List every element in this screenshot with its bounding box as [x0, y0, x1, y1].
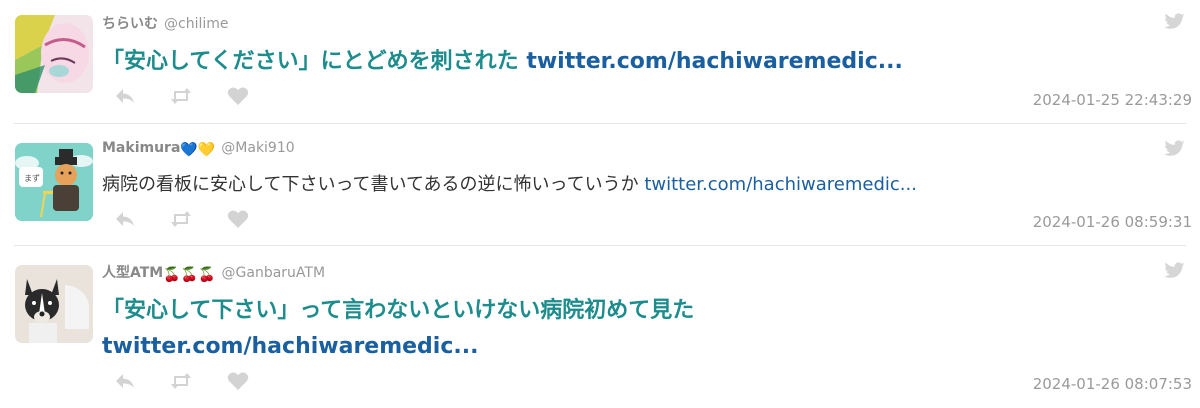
tweet-link[interactable]: twitter.com/hachiwaremedic...	[644, 174, 917, 195]
timestamp[interactable]: 2024-01-26 08:59:31	[1033, 213, 1192, 231]
tweet-link[interactable]: twitter.com/hachiwaremedic...	[102, 334, 478, 359]
user-handle[interactable]: @chilime	[164, 16, 229, 32]
tweet-text-content: 「安心してください」にとどめを刺された	[102, 49, 527, 74]
tweet-text: 病院の看板に安心して下さいって書いてあるの逆に怖いっていうか twitter.c…	[102, 172, 1140, 198]
tweet-feed: ちらいむ @chilime 「安心してください」にとどめを刺された twitter…	[0, 0, 1200, 408]
avatar[interactable]	[15, 15, 93, 93]
timestamp[interactable]: 2024-01-25 22:43:29	[1033, 91, 1192, 109]
tweet-link[interactable]: twitter.com/hachiwaremedic...	[526, 49, 902, 74]
reply-icon[interactable]	[113, 370, 137, 392]
tweet-item: 人型ATM🍒🍒🍒 @GanbaruATM 「安心して下さい」って言わないといけない…	[0, 245, 1200, 408]
reply-icon[interactable]	[113, 85, 137, 107]
retweet-icon[interactable]	[169, 208, 193, 230]
retweet-icon[interactable]	[169, 370, 193, 392]
tweet-meta: 人型ATM🍒🍒🍒 @GanbaruATM	[102, 262, 325, 283]
heart-icon[interactable]	[226, 85, 250, 107]
retweet-icon[interactable]	[169, 85, 193, 107]
reply-icon[interactable]	[113, 208, 137, 230]
tweet-text-content: 「安心して下さい」って言わないといけない病院初めて見た	[102, 298, 695, 323]
tweet-meta: ちらいむ @chilime	[102, 13, 229, 33]
tweet-item: まず Makimura💙💛 @Maki910 病院の看板に安心して下さいって書いて…	[0, 123, 1200, 245]
twitter-bird-icon[interactable]	[1164, 140, 1186, 158]
user-handle[interactable]: @Maki910	[221, 140, 294, 156]
svg-text:まず: まず	[24, 173, 40, 183]
display-name[interactable]: ちらいむ	[102, 16, 158, 32]
user-handle[interactable]: @GanbaruATM	[222, 265, 326, 281]
heart-icon[interactable]	[226, 208, 250, 230]
twitter-bird-icon[interactable]	[1164, 13, 1186, 31]
name-emoji: 💙💛	[180, 142, 216, 158]
name-emoji: 🍒🍒🍒	[163, 267, 216, 283]
tweet-text-content: 病院の看板に安心して下さいって書いてあるの逆に怖いっていうか	[102, 174, 645, 195]
timestamp[interactable]: 2024-01-26 08:07:53	[1033, 375, 1192, 393]
display-name[interactable]: Makimura💙💛	[102, 140, 216, 158]
tweet-text: 「安心して下さい」って言わないといけない病院初めて見た twitter.com/…	[102, 293, 1140, 365]
avatar[interactable]	[15, 265, 93, 343]
avatar[interactable]: まず	[15, 143, 93, 221]
tweet-text: 「安心してください」にとどめを刺された twitter.com/hachiwar…	[102, 44, 1140, 80]
heart-icon[interactable]	[226, 370, 250, 392]
tweet-meta: Makimura💙💛 @Maki910	[102, 140, 295, 158]
display-name[interactable]: 人型ATM🍒🍒🍒	[102, 265, 216, 283]
twitter-bird-icon[interactable]	[1164, 262, 1186, 280]
tweet-item: ちらいむ @chilime 「安心してください」にとどめを刺された twitter…	[0, 0, 1200, 123]
